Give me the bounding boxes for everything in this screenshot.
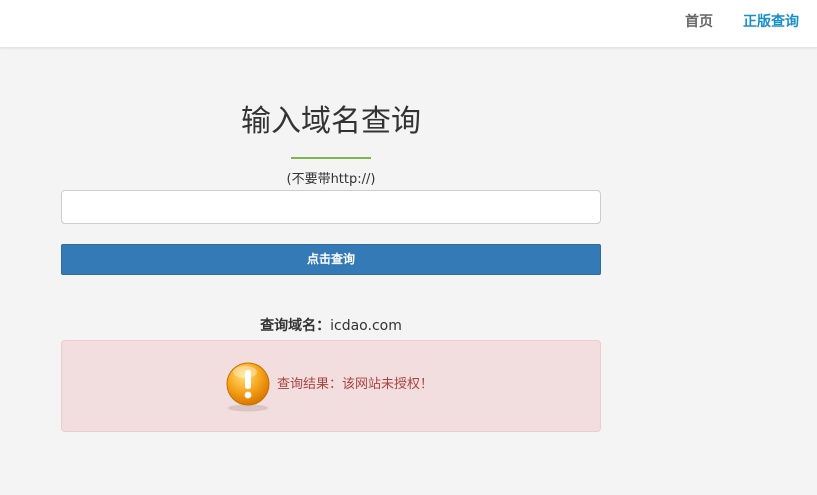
queried-domain-value: icdao.com [330, 318, 402, 334]
queried-domain-label: 查询域名： [260, 318, 331, 334]
query-button[interactable]: 点击查询 [61, 244, 601, 275]
nav-link-home[interactable]: 首页 [685, 13, 713, 31]
title-divider [291, 157, 371, 159]
result-alert: 查询结果：该网站未授权！ [61, 340, 601, 432]
top-navbar: 首页 正版查询 [0, 0, 817, 48]
page-title: 输入域名查询 [241, 104, 421, 139]
queried-domain-line: 查询域名：icdao.com [61, 316, 601, 336]
nav-link-genuine-query[interactable]: 正版查询 [743, 13, 799, 31]
exclamation-warning-icon [226, 362, 270, 412]
input-hint: (不要带http://) [286, 172, 376, 187]
domain-input[interactable] [61, 190, 601, 224]
result-message: 查询结果：该网站未授权！ [277, 377, 434, 392]
